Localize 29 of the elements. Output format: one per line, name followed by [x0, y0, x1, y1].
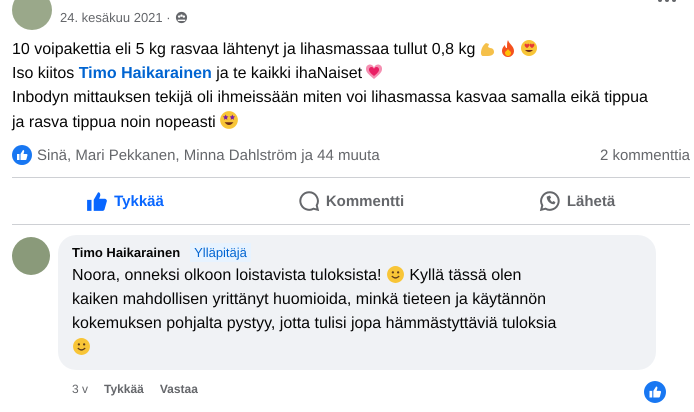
heart-eyes-emoji-icon: [520, 39, 538, 57]
avatar-photo[interactable]: [12, 237, 50, 275]
comment-text: Noora, onneksi olkoon loistavista tuloksista! Kyllä tässä olen kaiken mahdollisen yrittänyt huomioida, minkä tieteen ja käytännön kokemuksen pohjalta pystyy, jotta tulisi jopa hämmästyttäviä tuloksia: [72, 264, 642, 360]
like-button[interactable]: Tykkää: [12, 178, 238, 224]
share-button[interactable]: Lähetä: [464, 178, 690, 224]
like-reaction-icon[interactable]: [644, 381, 666, 403]
profile-link[interactable]: Timo Haikarainen: [78, 65, 212, 82]
comment-age[interactable]: 3 v: [72, 382, 88, 396]
star-eyes-emoji-icon: [218, 110, 239, 130]
phone-chat-icon: [538, 190, 561, 212]
admin-badge: Ylläpitäjä: [190, 243, 251, 262]
post-text: Iso kiitos Timo Haikarainen ja te kaikki ihaNaiset: [12, 62, 654, 86]
smiley-icon: [386, 265, 405, 284]
comment-author[interactable]: Timo Haikarainen: [72, 245, 180, 260]
comment-count[interactable]: 2 kommenttia: [600, 146, 690, 164]
group-icon: [174, 11, 188, 24]
avatar-photo[interactable]: [12, 0, 52, 30]
speech-bubble-icon: [298, 190, 320, 212]
like-reaction-icon: [12, 145, 32, 165]
comment-button[interactable]: Kommentti: [238, 178, 464, 224]
reactions-summary[interactable]: Sinä, Mari Pekkanen, Minna Dahlström ja 44 muuta: [37, 146, 380, 164]
heart-icon: [365, 63, 384, 81]
post-date[interactable]: 24. kesäkuu 2021 ·: [60, 10, 171, 25]
smiley-icon: [72, 337, 91, 356]
post-text: Inbodyn mittauksen tekijä oli ihmeissään miten voi lihasmassa kasvaa samalla eikä tippua ja rasva tippua noin nopeasti: [12, 88, 649, 133]
thumbs-up-icon: [86, 190, 108, 212]
like-link[interactable]: Tykkää: [104, 382, 144, 396]
reply-link[interactable]: Vastaa: [160, 382, 198, 396]
post-text: 10 voipakettia eli 5 kg rasvaa lähtenyt ja lihasmassaa tullut 0,8 kg: [12, 38, 654, 62]
